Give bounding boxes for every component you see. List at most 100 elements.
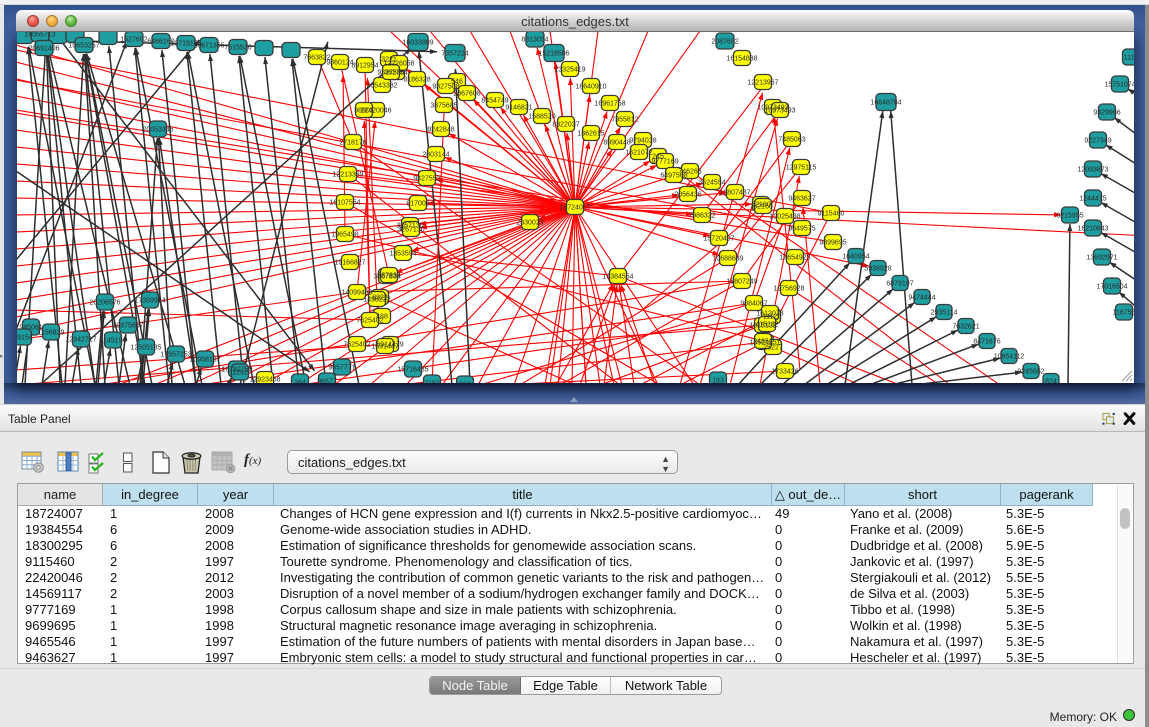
svg-text:10975867: 10975867 [112,323,143,330]
svg-text:9329966: 9329966 [1093,110,1120,117]
svg-text:887833: 887833 [377,273,400,280]
svg-text:13325419: 13325419 [554,67,585,74]
svg-text:8471676: 8471676 [973,339,1000,346]
svg-text:19055713: 19055713 [24,32,55,39]
svg-text:116753: 116753 [1113,310,1134,317]
svg-text:16033809: 16033809 [402,40,433,47]
svg-text:2330023: 2330023 [516,220,543,227]
svg-text:8813054: 8813054 [521,37,548,44]
svg-text:824: 824 [1045,379,1057,384]
svg-text:16543382: 16543382 [366,83,397,90]
svg-text:12942717: 12942717 [65,337,96,344]
svg-text:2803144: 2803144 [422,152,449,159]
svg-text:10654112: 10654112 [994,354,1025,361]
svg-text:19166827: 19166827 [334,260,365,267]
svg-text:9242848: 9242848 [427,127,454,134]
svg-text:9657771: 9657771 [328,365,355,372]
svg-text:9245652: 9245652 [1017,369,1044,376]
svg-text:62160: 62160 [753,204,773,211]
svg-text:8322037: 8322037 [552,122,579,129]
svg-text:1498222: 1498222 [363,297,390,304]
svg-text:18807249: 18807249 [726,279,757,286]
svg-text:9327508: 9327508 [432,84,459,91]
svg-text:10958187: 10958187 [189,357,220,364]
svg-text:1156829: 1156829 [38,330,65,337]
svg-text:264: 264 [294,380,306,384]
svg-text:6879197: 6879197 [886,281,913,288]
svg-text:962: 962 [459,382,471,384]
svg-text:1621072: 1621072 [625,150,652,157]
svg-text:24851: 24851 [753,339,773,346]
svg-text:1612078: 1612078 [756,311,783,318]
svg-text:12505135: 12505135 [130,345,161,352]
svg-text:3267130: 3267130 [397,227,424,234]
svg-text:1588520: 1588520 [528,114,555,121]
svg-text:19654923: 19654923 [779,255,810,262]
svg-text:5938928: 5938928 [864,266,891,273]
svg-text:2087682: 2087682 [711,39,738,46]
svg-text:1353594: 1353594 [389,251,416,258]
svg-text:9860124: 9860124 [326,60,353,67]
svg-text:10653257: 10653257 [68,43,99,50]
svg-text:98901: 98901 [354,108,374,115]
svg-text:10807487: 10807487 [719,190,750,197]
svg-text:1244415: 1244415 [1079,196,1106,203]
svg-text:3624554: 3624554 [698,180,725,187]
svg-text:18640910: 18640910 [575,84,606,91]
svg-text:12093873: 12093873 [1077,167,1108,174]
svg-text:10671355: 10671355 [193,43,224,50]
svg-text:16210643: 16210643 [1077,226,1108,233]
svg-text:7485063: 7485063 [778,137,805,144]
svg-text:20053346: 20053346 [142,127,173,134]
svg-text:1527602: 1527602 [120,37,147,44]
svg-text:12213389: 12213389 [332,172,363,179]
svg-text:20691406: 20691406 [28,46,59,53]
svg-text:1117: 1117 [1124,55,1134,62]
svg-text:1640954: 1640954 [842,254,869,261]
svg-text:7515526: 7515526 [224,45,251,52]
svg-text:9227349: 9227349 [1084,138,1111,145]
svg-text:3875685: 3875685 [430,103,457,110]
svg-text:15720407: 15720407 [703,236,734,243]
svg-text:15751074: 15751074 [1104,82,1134,89]
svg-text:1145194: 1145194 [100,338,127,345]
svg-text:9649575: 9649575 [788,226,815,233]
svg-text:16107554: 16107554 [329,200,360,207]
svg-text:20206576: 20206576 [89,300,120,307]
svg-text:19384554: 19384554 [602,274,633,281]
svg-text:10025438: 10025438 [769,214,800,221]
svg-text:9327506: 9327506 [377,70,404,77]
svg-text:9794028: 9794028 [629,138,656,145]
svg-text:12923468: 12923468 [249,377,280,384]
svg-text:1292: 1292 [232,370,248,377]
svg-text:1362615: 1362615 [577,131,604,138]
svg-text:17016504: 17016504 [1096,284,1127,291]
svg-text:17359924: 17359924 [134,298,165,305]
svg-text:817006: 817006 [406,201,429,208]
svg-text:1733426: 1733426 [771,369,798,376]
svg-text:7625402: 7625402 [343,342,370,349]
svg-text:9899695: 9899695 [819,240,846,247]
svg-text:18724007: 18724007 [559,205,590,212]
svg-text:39154: 39154 [17,335,33,342]
svg-text:9474444: 9474444 [908,295,935,302]
svg-text:2935114: 2935114 [931,310,958,317]
svg-text:10973493: 10973493 [764,108,795,115]
svg-text:16154838: 16154838 [726,56,757,63]
svg-text:8912954: 8912954 [351,63,378,70]
svg-text:183: 183 [712,378,724,384]
svg-text:16961758: 16961758 [594,101,625,108]
svg-text:12975115: 12975115 [786,165,817,172]
svg-text:9084067: 9084067 [740,301,767,308]
svg-text:1691447: 1691447 [371,344,398,351]
svg-text:2867608: 2867608 [453,91,480,98]
svg-text:15716485: 15716485 [397,367,428,374]
svg-text:8186328: 8186328 [403,77,430,84]
svg-text:7632621: 7632621 [952,324,979,331]
svg-text:415132: 415132 [755,322,778,329]
svg-text:15218506: 15218506 [538,51,569,58]
svg-text:7955812: 7955812 [611,117,638,124]
svg-text:13692971: 13692971 [1086,255,1117,262]
svg-text:2718176: 2718176 [339,140,366,147]
svg-text:9463627: 9463627 [788,196,815,203]
